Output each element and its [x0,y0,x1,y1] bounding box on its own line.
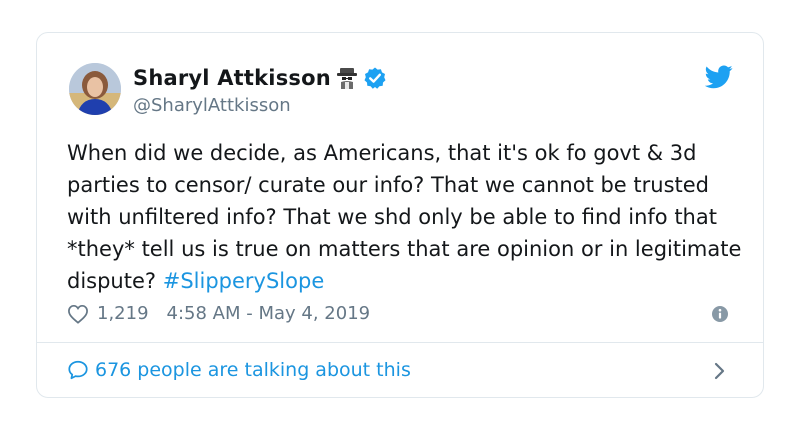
like-count[interactable]: 1,219 [97,301,149,327]
conversation-link[interactable]: 676 people are talking about this [67,357,411,383]
divider [37,342,763,343]
twitter-bird-icon[interactable] [704,65,733,89]
hashtag-link[interactable]: #SlipperySlope [163,269,325,293]
tweet-timestamp[interactable]: 4:58 AM - May 4, 2019 [167,301,371,327]
tweet-text: When did we decide, as Americans, that i… [67,137,747,297]
author-name[interactable]: Sharyl Attkisson [133,64,331,92]
verified-badge-icon [363,66,387,90]
avatar[interactable] [69,63,121,115]
speech-bubble-icon [67,359,89,381]
author-handle[interactable]: @SharylAttkisson [133,94,291,118]
author-name-row[interactable]: Sharyl Attkisson [133,64,387,92]
detective-emoji-icon [335,66,359,90]
chevron-right-icon[interactable] [713,361,727,381]
heart-icon[interactable] [67,304,89,324]
talking-about-text[interactable]: 676 people are talking about this [95,357,411,383]
tweet-card[interactable]: Sharyl Attkisson @SharylAttkisson When d… [36,32,764,398]
avatar-image [69,63,121,115]
info-icon[interactable] [711,305,729,323]
tweet-meta: 1,219 4:58 AM - May 4, 2019 [67,301,370,327]
